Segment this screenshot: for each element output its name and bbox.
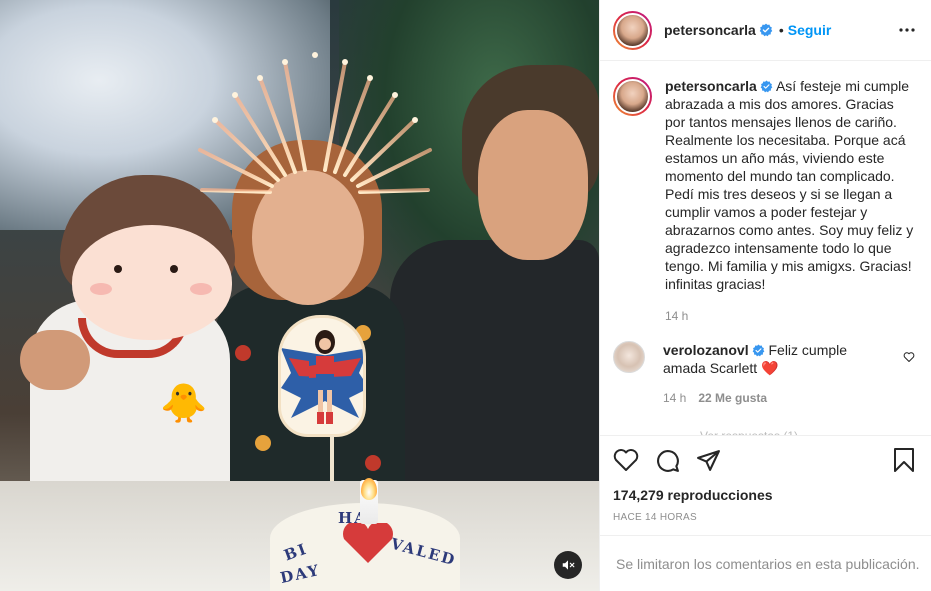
comments-section[interactable]: petersoncarla Así festeje mi cumple abra…	[600, 61, 931, 435]
mute-toggle-button[interactable]	[554, 551, 582, 579]
caption-text: Así festeje mi cumple abrazada a mis dos…	[665, 78, 914, 292]
sticker-cheek	[90, 283, 112, 295]
caption-time[interactable]: 14 h	[665, 307, 688, 325]
dress-flower	[365, 455, 381, 471]
cake-writing: DAY	[278, 560, 323, 588]
caption-meta: 14 h	[665, 307, 915, 325]
cake-heart-decoration	[343, 523, 393, 563]
bookmark-icon	[894, 448, 914, 472]
like-button[interactable]	[613, 448, 639, 472]
sticker-eye	[114, 265, 122, 273]
comment-like-heart-icon[interactable]	[903, 351, 915, 363]
comment-likes[interactable]: 22 Me gusta	[698, 389, 767, 407]
caption-username[interactable]: petersoncarla	[665, 78, 757, 94]
verified-badge-icon	[752, 344, 764, 357]
view-count[interactable]: 174,279 reproducciones	[613, 487, 915, 503]
post-header: petersoncarla • Seguir	[600, 0, 931, 61]
sticker-cheek	[190, 283, 212, 295]
post-video[interactable]: BI HA DAY VALED 🐥	[0, 0, 599, 591]
hand-on-shoulder	[20, 330, 90, 390]
red-heart-emoji: ❤️	[761, 360, 779, 376]
caption-body: petersoncarla Así festeje mi cumple abra…	[665, 77, 915, 325]
commenter-avatar[interactable]	[613, 341, 645, 373]
verified-badge-icon	[759, 23, 773, 37]
heart-icon	[613, 449, 639, 471]
dress-flower	[255, 435, 271, 451]
wonder-woman-cake-topper	[278, 315, 366, 437]
more-options-icon[interactable]	[899, 28, 915, 32]
header-separator: •	[778, 22, 784, 38]
speaker-muted-icon	[562, 560, 575, 570]
caption-avatar[interactable]	[613, 77, 652, 116]
cake-writing: BI	[281, 539, 311, 565]
post-timestamp[interactable]: HACE 14 HORAS	[613, 512, 915, 523]
comment-meta: 14 h 22 Me gusta	[663, 389, 883, 407]
candle-flame	[361, 478, 377, 500]
post-side-panel: petersoncarla • Seguir petersoncarla Así…	[599, 0, 931, 591]
paper-plane-icon	[697, 449, 720, 471]
caption: petersoncarla Así festeje mi cumple abra…	[613, 77, 915, 325]
comments-limited-notice: Se limitaron los comentarios en esta pub…	[600, 535, 931, 591]
share-button[interactable]	[696, 448, 721, 473]
child-face-sticker	[72, 225, 232, 340]
save-button[interactable]	[893, 447, 915, 473]
author-username[interactable]: petersoncarla	[664, 22, 756, 38]
comment-bubble-icon	[657, 449, 679, 472]
author-avatar[interactable]	[613, 10, 652, 50]
comment-time[interactable]: 14 h	[663, 389, 686, 407]
topper-figure	[315, 330, 335, 424]
action-icons	[613, 446, 915, 474]
crown-filter-overlay	[198, 52, 432, 194]
man-face	[478, 110, 588, 260]
view-replies-link[interactable]: Ver respuestas (1)	[700, 427, 798, 435]
sticker-eye	[170, 265, 178, 273]
dress-flower	[235, 345, 251, 361]
post-actions: 174,279 reproducciones HACE 14 HORAS	[600, 435, 931, 523]
follow-button[interactable]: Seguir	[788, 22, 832, 38]
comment-button[interactable]	[655, 448, 680, 473]
commenter-username[interactable]: verolozanovl	[663, 342, 749, 358]
post-container: BI HA DAY VALED 🐥 petersoncarla • Seguir…	[0, 0, 931, 591]
baby-chick-sticker: 🐥	[160, 383, 208, 425]
cake-writing: VALED	[388, 534, 459, 570]
comment-body: verolozanovl Feliz cumple amada Scarlett…	[663, 341, 883, 407]
comment-item: verolozanovl Feliz cumple amada Scarlett…	[613, 341, 915, 407]
verified-badge-icon	[760, 80, 773, 93]
